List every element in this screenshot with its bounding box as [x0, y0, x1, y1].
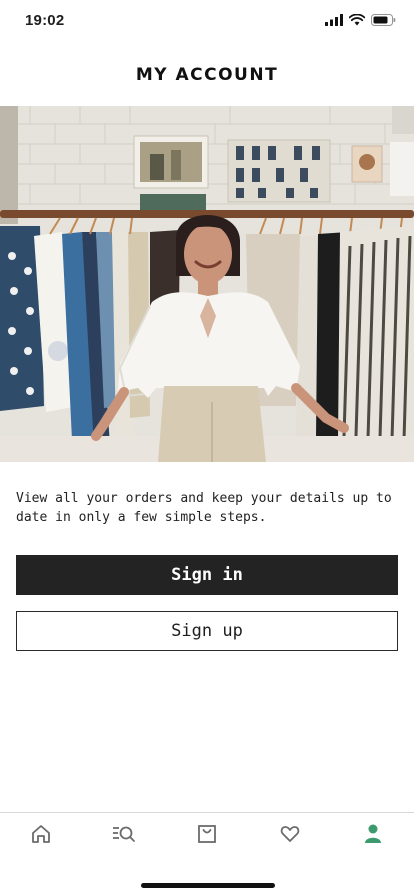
- home-indicator: [141, 883, 275, 888]
- status-icons: [325, 14, 396, 26]
- tab-search[interactable]: [83, 813, 166, 855]
- bag-icon: [198, 825, 216, 843]
- tab-bag[interactable]: [166, 813, 249, 855]
- battery-icon: [371, 14, 396, 26]
- hero-photo: [0, 106, 414, 462]
- status-time: 19:02: [25, 12, 65, 29]
- hero-image: [0, 106, 414, 462]
- tab-bar: [0, 812, 414, 854]
- sign-up-button[interactable]: Sign up: [16, 611, 398, 651]
- status-bar: 19:02: [0, 0, 414, 44]
- account-icon: [364, 824, 381, 843]
- tab-account[interactable]: [331, 813, 414, 855]
- tab-wishlist[interactable]: [248, 813, 331, 855]
- page-title: MY ACCOUNT: [135, 65, 279, 85]
- wifi-icon: [349, 14, 365, 26]
- tab-home[interactable]: [0, 813, 83, 855]
- sign-in-button[interactable]: Sign in: [16, 555, 398, 595]
- home-icon: [32, 825, 51, 843]
- header: MY ACCOUNT: [0, 44, 414, 106]
- search-icon: [113, 826, 136, 842]
- intro-text: View all your orders and keep your detai…: [16, 491, 392, 525]
- heart-icon: [280, 826, 300, 842]
- signal-icon: [325, 14, 343, 26]
